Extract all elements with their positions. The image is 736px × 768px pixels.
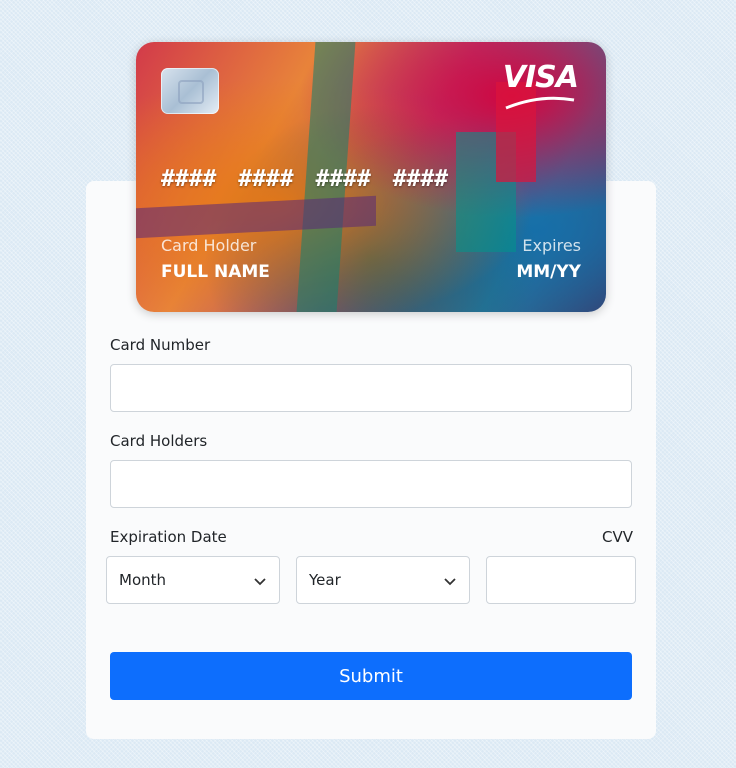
month-select-value: Month <box>119 571 167 589</box>
visa-swoosh-icon <box>505 96 575 110</box>
year-select-value: Year <box>309 571 341 589</box>
chip-icon <box>161 68 219 114</box>
expiration-date-label: Expiration Date <box>110 528 227 546</box>
card-number-display: #### #### #### #### <box>161 166 449 192</box>
chevron-down-icon <box>254 578 266 586</box>
card-holder-value: FULL NAME <box>161 262 270 282</box>
expires-label: Expires <box>522 236 581 255</box>
card-holders-input[interactable] <box>110 460 632 508</box>
chevron-down-icon <box>444 578 456 586</box>
submit-button[interactable]: Submit <box>110 652 632 700</box>
year-select[interactable]: Year <box>296 556 470 604</box>
month-select[interactable]: Month <box>106 556 280 604</box>
cvv-input[interactable] <box>486 556 636 604</box>
credit-card-preview: VISA #### #### #### #### Card Holder FUL… <box>136 42 606 312</box>
chip-contacts <box>178 80 204 104</box>
card-number-label: Card Number <box>110 336 211 354</box>
expires-value: MM/YY <box>516 262 581 282</box>
cvv-label: CVV <box>602 528 633 546</box>
card-number-input[interactable] <box>110 364 632 412</box>
visa-logo: VISA <box>502 60 579 95</box>
card-holder-label: Card Holder <box>161 236 257 255</box>
card-holders-label: Card Holders <box>110 432 208 450</box>
